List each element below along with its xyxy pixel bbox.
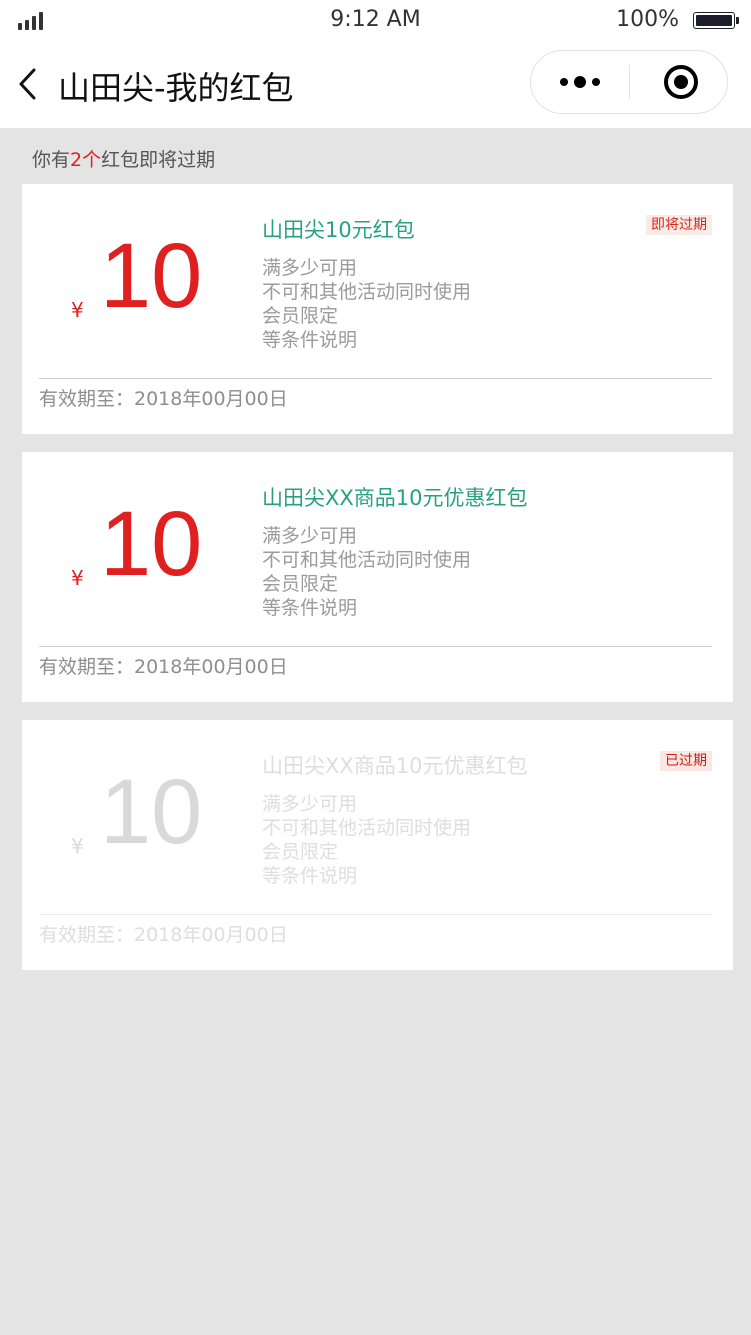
- coupon-card[interactable]: ¥ 10 山田尖10元红包 即将过期 满多少可用 不可和其他活动同时使用 会员限…: [22, 184, 733, 434]
- validity-date: 有效期至：2018年00月00日: [39, 924, 288, 946]
- coupon-card[interactable]: ¥ 10 山田尖XX商品10元优惠红包 满多少可用 不可和其他活动同时使用 会员…: [22, 452, 733, 702]
- condition-line: 不可和其他活动同时使用: [262, 817, 472, 839]
- close-button[interactable]: [631, 51, 727, 113]
- chevron-left-icon[interactable]: [14, 66, 44, 102]
- notice-suffix: 红包即将过期: [101, 149, 216, 171]
- condition-line: 满多少可用: [262, 525, 358, 547]
- expiring-notice: 你有2个红包即将过期: [32, 145, 215, 172]
- condition-line: 会员限定: [262, 841, 339, 863]
- notice-prefix: 你有: [32, 149, 71, 171]
- condition-line: 等条件说明: [262, 597, 358, 619]
- coupon-amount: 10: [100, 225, 203, 327]
- condition-line: 不可和其他活动同时使用: [262, 281, 472, 303]
- coupon-conditions: 满多少可用 不可和其他活动同时使用 会员限定 等条件说明: [262, 524, 471, 620]
- condition-line: 会员限定: [262, 305, 339, 327]
- coupon-amount: 10: [100, 493, 203, 595]
- more-dots-icon: [560, 76, 600, 88]
- condition-line: 满多少可用: [262, 793, 358, 815]
- mini-program-capsule: [530, 50, 728, 114]
- condition-line: 会员限定: [262, 573, 339, 595]
- coupon-conditions: 满多少可用 不可和其他活动同时使用 会员限定 等条件说明: [262, 256, 471, 352]
- page-title: 山田尖-我的红包: [58, 69, 294, 107]
- condition-line: 不可和其他活动同时使用: [262, 549, 472, 571]
- coupon-title: 山田尖10元红包: [262, 218, 415, 242]
- condition-line: 等条件说明: [262, 865, 358, 887]
- more-button[interactable]: [531, 51, 629, 113]
- divider: [39, 914, 712, 915]
- coupon-card-expired[interactable]: ¥ 10 山田尖XX商品10元优惠红包 已过期 满多少可用 不可和其他活动同时使…: [22, 720, 733, 970]
- condition-line: 等条件说明: [262, 329, 358, 351]
- coupon-amount: 10: [100, 761, 203, 863]
- capsule-divider: [629, 65, 630, 99]
- divider: [39, 378, 712, 379]
- validity-date: 有效期至：2018年00月00日: [39, 656, 288, 678]
- expired-badge: 已过期: [660, 751, 712, 771]
- nav-bar: 山田尖-我的红包: [0, 42, 751, 128]
- battery-percentage: 100%: [616, 7, 679, 32]
- status-badge: 即将过期: [646, 215, 712, 235]
- coupon-title: 山田尖XX商品10元优惠红包: [262, 486, 528, 510]
- currency-symbol: ¥: [71, 834, 84, 858]
- status-bar: 9:12 AM 100%: [0, 0, 751, 42]
- battery-icon: [693, 12, 739, 29]
- condition-line: 满多少可用: [262, 257, 358, 279]
- coupon-conditions: 满多少可用 不可和其他活动同时使用 会员限定 等条件说明: [262, 792, 471, 888]
- validity-date: 有效期至：2018年00月00日: [39, 388, 288, 410]
- target-icon: [664, 65, 698, 99]
- notice-count: 2个: [70, 149, 102, 171]
- currency-symbol: ¥: [71, 298, 84, 322]
- coupon-title: 山田尖XX商品10元优惠红包: [262, 754, 528, 778]
- divider: [39, 646, 712, 647]
- currency-symbol: ¥: [71, 566, 84, 590]
